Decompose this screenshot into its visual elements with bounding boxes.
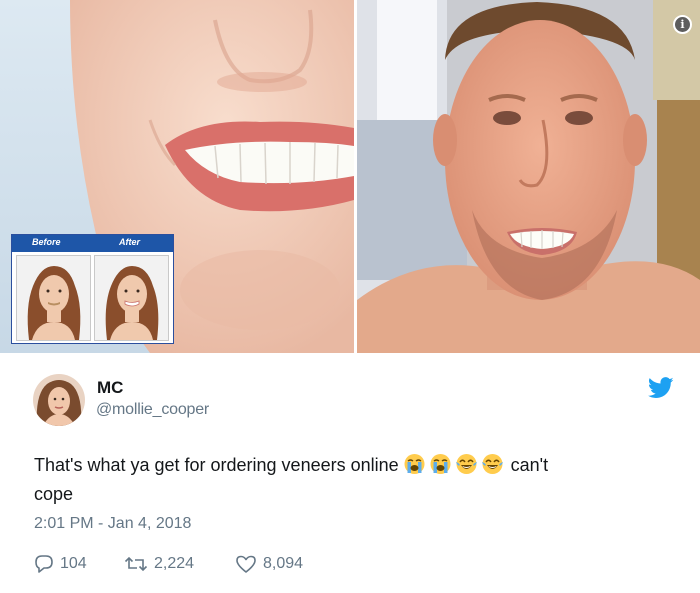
retweet-button[interactable]: 2,224 [124, 553, 194, 575]
loudly-crying-face-icon [429, 453, 452, 475]
twitter-bird-icon[interactable] [648, 377, 674, 399]
media-photo-left[interactable]: Before After [0, 0, 354, 353]
before-label: Before [32, 237, 61, 247]
emoji-group [403, 451, 507, 480]
heart-icon [236, 555, 256, 573]
avatar[interactable] [33, 374, 85, 426]
tweet-text-line-1: That's what ya get for ordering veneers … [34, 451, 674, 480]
info-icon[interactable]: i [673, 15, 692, 34]
reply-count: 104 [60, 555, 87, 572]
face-with-tears-of-joy-icon [455, 453, 478, 475]
retweet-count: 2,224 [154, 555, 195, 572]
user-display-name[interactable]: MC [97, 378, 123, 398]
before-after-header: Before After [12, 235, 173, 252]
tweet-text-part-2: can't [510, 455, 549, 475]
user-handle[interactable]: @mollie_cooper [96, 401, 209, 419]
media-photo-right[interactable] [357, 0, 700, 353]
before-after-inset: Before After [11, 234, 174, 344]
loudly-crying-face-icon [403, 453, 426, 475]
reply-button[interactable]: 104 [34, 553, 87, 575]
tweet-timestamp[interactable]: 2:01 PM - Jan 4, 2018 [34, 515, 191, 533]
tweet-card: MC @mollie_cooper That's what ya get for… [0, 353, 700, 593]
tweet-text-line-2: cope [34, 484, 74, 504]
reply-icon [35, 555, 53, 573]
like-count: 8,094 [263, 555, 304, 572]
before-image [16, 255, 91, 341]
after-label: After [119, 237, 141, 247]
after-image [94, 255, 169, 341]
tweet-media[interactable]: Before After i [0, 0, 700, 353]
face-with-tears-of-joy-icon [481, 453, 504, 475]
like-button[interactable]: 8,094 [235, 553, 303, 575]
retweet-icon [124, 556, 148, 572]
tweet-text-part-1: That's what ya get for ordering veneers … [34, 455, 399, 475]
tweet-text: That's what ya get for ordering veneers … [34, 451, 674, 509]
